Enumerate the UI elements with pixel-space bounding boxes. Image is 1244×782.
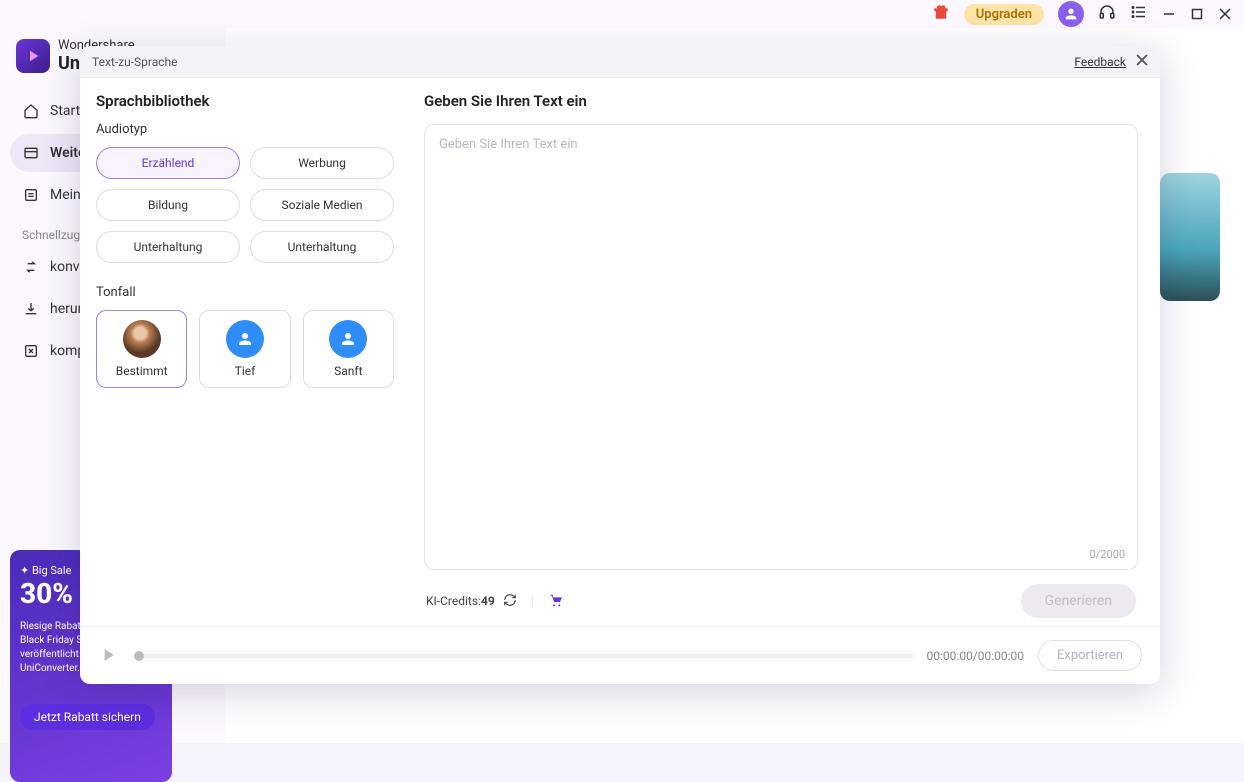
voice-library-panel: Sprachbibliothek Audiotyp Erzählend Werb…: [80, 78, 410, 626]
feedback-link[interactable]: Feedback: [1074, 55, 1126, 69]
refresh-icon[interactable]: [503, 593, 517, 610]
close-window-icon[interactable]: [1218, 7, 1232, 21]
play-icon[interactable]: [98, 645, 120, 667]
tone-label: Tonfall: [96, 285, 394, 300]
text-input[interactable]: [439, 137, 1123, 557]
library-heading: Sprachbibliothek: [96, 92, 394, 110]
tts-modal: Text-zu-Sprache Feedback Sprachbibliothe…: [80, 46, 1160, 684]
brand-logo-icon: [16, 39, 50, 73]
pill-social[interactable]: Soziale Medien: [250, 189, 394, 221]
modal-header: Text-zu-Sprache Feedback: [80, 46, 1160, 78]
time-label: 00:00:00/00:00:00: [927, 649, 1025, 663]
progress-track[interactable]: [134, 654, 913, 658]
credits-row: KI-Credits:49 | Generieren: [424, 570, 1138, 626]
modal-title: Text-zu-Sprache: [92, 55, 178, 69]
upgrade-button[interactable]: Upgraden: [964, 4, 1044, 25]
text-box: 0/2000: [424, 124, 1138, 570]
account-icon[interactable]: [1058, 1, 1084, 27]
tone-row: Bestimmt Tief Sanft: [96, 310, 394, 388]
tone-label-text: Tief: [235, 364, 256, 378]
pill-advertising[interactable]: Werbung: [250, 147, 394, 179]
person-icon: [226, 320, 264, 358]
titlebar: Upgraden: [0, 0, 1244, 28]
close-icon[interactable]: [1136, 54, 1148, 70]
cart-icon[interactable]: [548, 592, 564, 611]
credits-label: KI-Credits:49: [426, 594, 495, 608]
tools-icon: [22, 144, 40, 162]
tone-card-bestimmt[interactable]: Bestimmt: [96, 310, 187, 388]
audiotype-label: Audiotyp: [96, 122, 394, 137]
pill-entertainment-1[interactable]: Unterhaltung: [96, 231, 240, 263]
audiotype-grid: Erzählend Werbung Bildung Soziale Medien…: [96, 147, 394, 263]
headset-icon[interactable]: [1098, 3, 1116, 25]
tone-card-tief[interactable]: Tief: [199, 310, 290, 388]
pill-education[interactable]: Bildung: [96, 189, 240, 221]
maximize-icon[interactable]: [1190, 7, 1204, 21]
tone-card-sanft[interactable]: Sanft: [303, 310, 394, 388]
convert-icon: [22, 258, 40, 276]
gift-icon[interactable]: [932, 3, 950, 26]
tone-label-text: Bestimmt: [116, 364, 168, 378]
files-icon: [22, 186, 40, 204]
text-heading: Geben Sie Ihren Text ein: [424, 92, 1138, 110]
promo-cta-button[interactable]: Jetzt Rabatt sichern: [20, 704, 155, 730]
home-icon: [22, 102, 40, 120]
export-button[interactable]: Exportieren: [1038, 640, 1142, 671]
pill-entertainment-2[interactable]: Unterhaltung: [250, 231, 394, 263]
char-count: 0/2000: [1090, 548, 1125, 561]
progress-handle[interactable]: [134, 651, 144, 661]
minimize-icon[interactable]: [1162, 7, 1176, 21]
player-bar: 00:00:00/00:00:00 Exportieren: [80, 626, 1160, 684]
generate-button[interactable]: Generieren: [1021, 584, 1136, 618]
compress-icon: [22, 342, 40, 360]
preview-thumbnail[interactable]: [1160, 173, 1220, 301]
text-input-panel: Geben Sie Ihren Text ein 0/2000 KI-Credi…: [410, 78, 1160, 626]
person-icon: [329, 320, 367, 358]
pill-narrative[interactable]: Erzählend: [96, 147, 240, 179]
tone-label-text: Sanft: [334, 364, 362, 378]
download-icon: [22, 300, 40, 318]
avatar-icon: [123, 320, 161, 358]
menu-list-icon[interactable]: [1130, 3, 1148, 25]
